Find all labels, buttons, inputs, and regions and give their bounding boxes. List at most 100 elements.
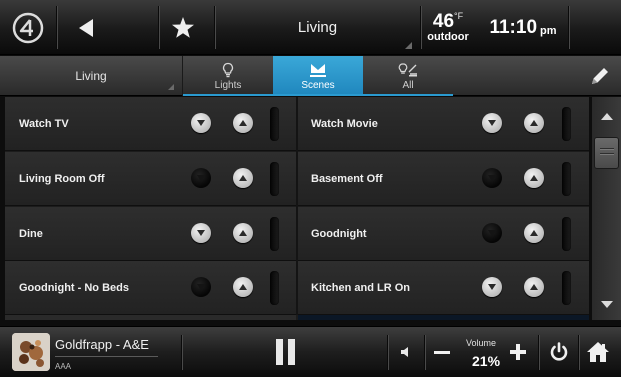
chevron-down-icon	[488, 230, 496, 236]
scene-row[interactable]: Watch Movie	[298, 97, 589, 151]
album-name: AAA	[55, 362, 72, 371]
separator	[424, 335, 425, 370]
scene-grid: Watch TV Watch Movie Living Room Off Bas…	[5, 97, 589, 320]
room-title: Living	[297, 19, 338, 36]
favorites-button[interactable]	[158, 0, 208, 55]
chevron-down-icon	[197, 284, 205, 290]
pause-button[interactable]	[276, 339, 296, 365]
separator	[181, 335, 182, 370]
lower-button[interactable]	[191, 168, 211, 188]
chevron-down-icon	[197, 120, 205, 126]
scroll-down-icon[interactable]	[601, 301, 613, 308]
weather-widget[interactable]: 46°F outdoor	[420, 0, 476, 55]
separator	[387, 335, 388, 370]
scene-level-slider[interactable]	[562, 217, 571, 251]
track-title[interactable]: Goldfrapp - A&E	[55, 337, 149, 352]
chevron-down-icon	[488, 120, 496, 126]
lower-button[interactable]	[191, 113, 211, 133]
scene-name: Goodnight - No Beds	[19, 281, 129, 294]
clock-time: 11:10	[489, 16, 538, 38]
scene-level-slider[interactable]	[270, 217, 279, 251]
tab-underline	[183, 94, 453, 96]
clock: 11:10 pm	[478, 0, 568, 55]
lower-button[interactable]	[191, 223, 211, 243]
tab-all[interactable]: All	[363, 56, 453, 96]
lower-button[interactable]	[482, 168, 502, 188]
clock-ampm: pm	[540, 24, 557, 37]
scrollbar[interactable]	[592, 97, 621, 320]
scene-row[interactable]: Goodnight - No Beds	[5, 261, 296, 315]
power-button[interactable]	[548, 341, 570, 363]
raise-button[interactable]	[524, 223, 544, 243]
scene-name: Living Room Off	[19, 172, 105, 185]
scene-row[interactable]: Dine	[5, 207, 296, 261]
volume-value: 21%	[472, 353, 501, 369]
room-title-button[interactable]: Living	[215, 0, 420, 55]
scroll-thumb[interactable]	[594, 137, 619, 169]
speaker-icon	[401, 347, 408, 357]
volume-up-button[interactable]	[510, 344, 526, 360]
column-divider	[296, 97, 298, 315]
home-button[interactable]	[586, 340, 610, 364]
tab-all-label: All	[402, 79, 414, 91]
lower-button[interactable]	[482, 223, 502, 243]
scene-row[interactable]: Watch TV	[5, 97, 296, 151]
scene-row[interactable]: Kitchen and LR On	[298, 261, 589, 315]
dropdown-corner-icon	[168, 84, 174, 90]
crestron-logo-icon	[12, 12, 44, 43]
scene-level-slider[interactable]	[270, 162, 279, 196]
grid-footer	[298, 315, 589, 320]
raise-button[interactable]	[233, 113, 253, 133]
tab-scenes-label: Scenes	[301, 79, 335, 91]
room-selector[interactable]: Living	[0, 56, 183, 96]
now-playing-bar: Goldfrapp - A&E AAA Volume 21%	[0, 326, 621, 377]
edit-button[interactable]	[588, 64, 612, 88]
separator	[568, 6, 569, 49]
back-arrow-icon	[79, 18, 93, 37]
scene-level-slider[interactable]	[562, 162, 571, 196]
raise-button[interactable]	[524, 277, 544, 297]
power-icon	[550, 342, 568, 361]
grip-line	[600, 148, 614, 150]
album-art[interactable]	[12, 333, 50, 371]
star-icon	[172, 17, 194, 38]
grid-footer	[5, 315, 296, 320]
chevron-up-icon	[239, 120, 247, 126]
chevron-down-icon	[197, 175, 205, 181]
scene-row[interactable]: Basement Off	[298, 152, 589, 206]
scene-row[interactable]: Goodnight	[298, 207, 589, 261]
scene-row[interactable]: Living Room Off	[5, 152, 296, 206]
lightbulb-icon	[222, 62, 234, 77]
tab-scenes[interactable]: Scenes	[273, 56, 363, 96]
raise-button[interactable]	[524, 168, 544, 188]
separator	[578, 335, 579, 370]
lower-button[interactable]	[482, 277, 502, 297]
top-bar: Living 46°F outdoor 11:10 pm	[0, 0, 621, 55]
home-icon	[587, 342, 609, 362]
pencil-icon	[592, 68, 608, 84]
back-button[interactable]	[56, 0, 116, 55]
scene-name: Kitchen and LR On	[311, 281, 410, 294]
raise-button[interactable]	[233, 277, 253, 297]
scene-name: Dine	[19, 227, 43, 240]
volume-down-button[interactable]	[434, 351, 450, 354]
raise-button[interactable]	[233, 168, 253, 188]
scene-level-slider[interactable]	[270, 271, 279, 305]
all-lights-icon	[398, 62, 417, 76]
room-selector-label: Living	[75, 69, 107, 83]
scene-name: Goodnight	[311, 227, 367, 240]
logo-button[interactable]	[6, 0, 50, 55]
temperature-label: outdoor	[427, 31, 469, 43]
raise-button[interactable]	[233, 223, 253, 243]
scroll-up-icon[interactable]	[601, 113, 613, 120]
scene-level-slider[interactable]	[562, 271, 571, 305]
raise-button[interactable]	[524, 113, 544, 133]
lower-button[interactable]	[482, 113, 502, 133]
tab-lights[interactable]: Lights	[183, 56, 273, 96]
chevron-up-icon	[530, 120, 538, 126]
scene-level-slider[interactable]	[562, 107, 571, 141]
lower-button[interactable]	[191, 277, 211, 297]
scene-level-slider[interactable]	[270, 107, 279, 141]
mute-button[interactable]	[398, 344, 414, 360]
chevron-up-icon	[239, 284, 247, 290]
